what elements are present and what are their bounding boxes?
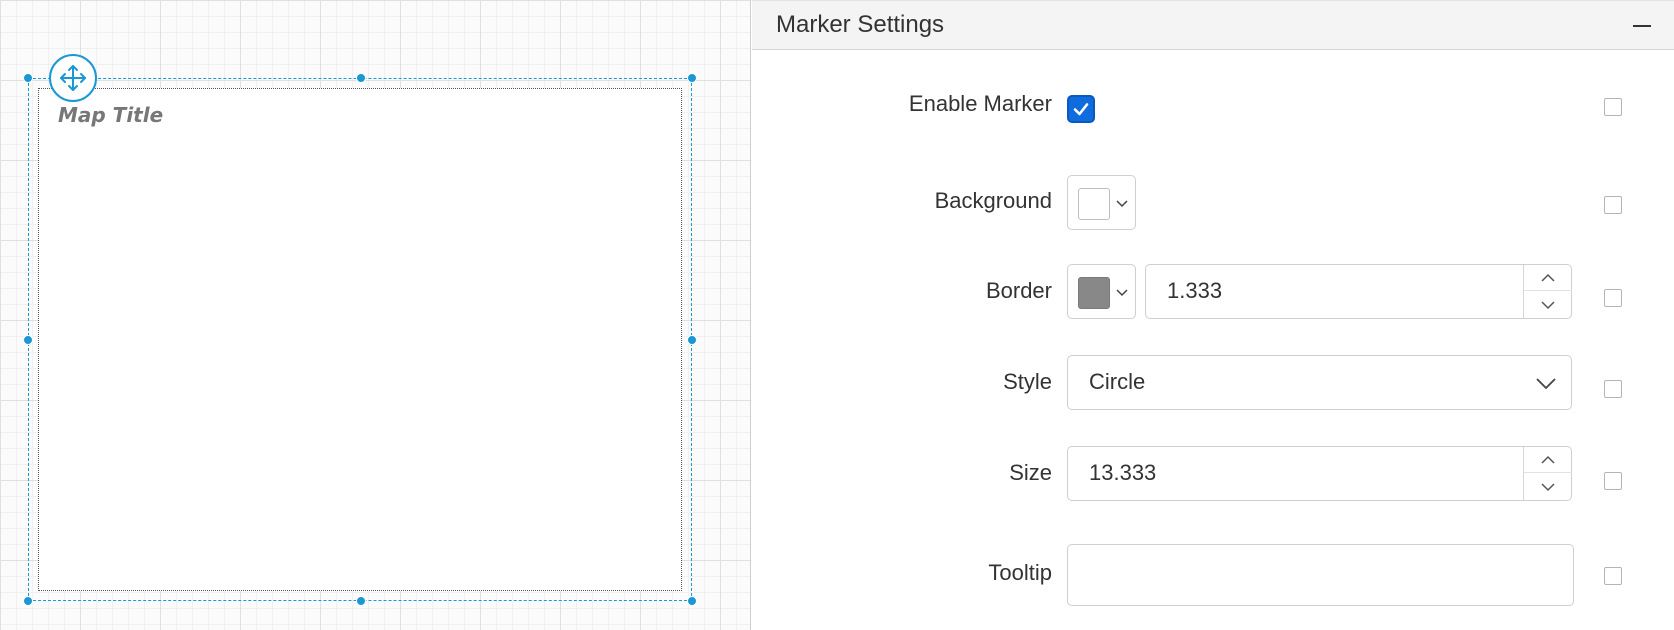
design-canvas[interactable]: Map Title [0, 0, 751, 630]
style-label: Style [1003, 369, 1052, 394]
chevron-up-icon[interactable] [1524, 447, 1572, 473]
style-expression-checkbox[interactable] [1604, 380, 1622, 398]
enable-marker-label: Enable Marker [908, 91, 1052, 116]
border-color-picker[interactable] [1067, 264, 1136, 319]
marker-settings-header[interactable]: Marker Settings [752, 0, 1674, 50]
map-title: Map Title [58, 103, 164, 127]
chevron-down-icon[interactable] [1524, 474, 1572, 500]
border-width-value: 1.333 [1167, 278, 1223, 303]
resize-handle-right[interactable] [687, 335, 697, 345]
size-label: Size [1009, 460, 1052, 485]
size-value: 13.333 [1089, 460, 1157, 485]
background-expression-checkbox[interactable] [1604, 196, 1622, 214]
border-color-swatch [1078, 277, 1110, 309]
tooltip-expression-checkbox[interactable] [1604, 567, 1622, 585]
resize-handle-bottom[interactable] [356, 596, 366, 606]
move-arrows-icon[interactable] [49, 54, 97, 102]
border-expression-checkbox[interactable] [1604, 289, 1622, 307]
resize-handle-top[interactable] [356, 73, 366, 83]
size-input[interactable]: 13.333 [1067, 446, 1572, 501]
border-label: Border [985, 278, 1052, 303]
border-width-input[interactable]: 1.333 [1145, 264, 1572, 319]
style-value: Circle [1089, 369, 1146, 394]
check-icon [1073, 103, 1089, 116]
enable-marker-checkbox[interactable] [1067, 95, 1095, 123]
properties-panel: Marker Settings Enable Marker Background… [752, 0, 1674, 630]
resize-handle-bottom-right[interactable] [687, 596, 697, 606]
resize-handle-left[interactable] [23, 335, 33, 345]
chevron-down-icon[interactable] [1524, 292, 1572, 318]
background-color-picker[interactable] [1067, 175, 1136, 230]
chevron-down-icon [1116, 289, 1128, 297]
style-dropdown[interactable]: Circle [1067, 355, 1572, 410]
background-color-swatch [1078, 188, 1110, 220]
enable-marker-expression-checkbox[interactable] [1604, 98, 1622, 116]
panel-title: Marker Settings [776, 11, 945, 38]
chevron-down-icon [1536, 378, 1556, 390]
resize-handle-bottom-left[interactable] [23, 596, 33, 606]
size-stepper [1523, 447, 1572, 500]
tooltip-label: Tooltip [988, 560, 1052, 585]
map-report-item[interactable] [23, 73, 697, 606]
size-expression-checkbox[interactable] [1604, 472, 1622, 490]
resize-handle-top-left[interactable] [23, 73, 33, 83]
resize-handle-top-right[interactable] [687, 73, 697, 83]
border-width-stepper [1523, 265, 1572, 318]
minus-icon[interactable] [1630, 14, 1654, 38]
tooltip-input[interactable] [1067, 544, 1574, 606]
background-label: Background [934, 188, 1052, 213]
chevron-down-icon [1116, 200, 1128, 208]
chevron-up-icon[interactable] [1524, 265, 1572, 291]
map-area [38, 88, 682, 591]
